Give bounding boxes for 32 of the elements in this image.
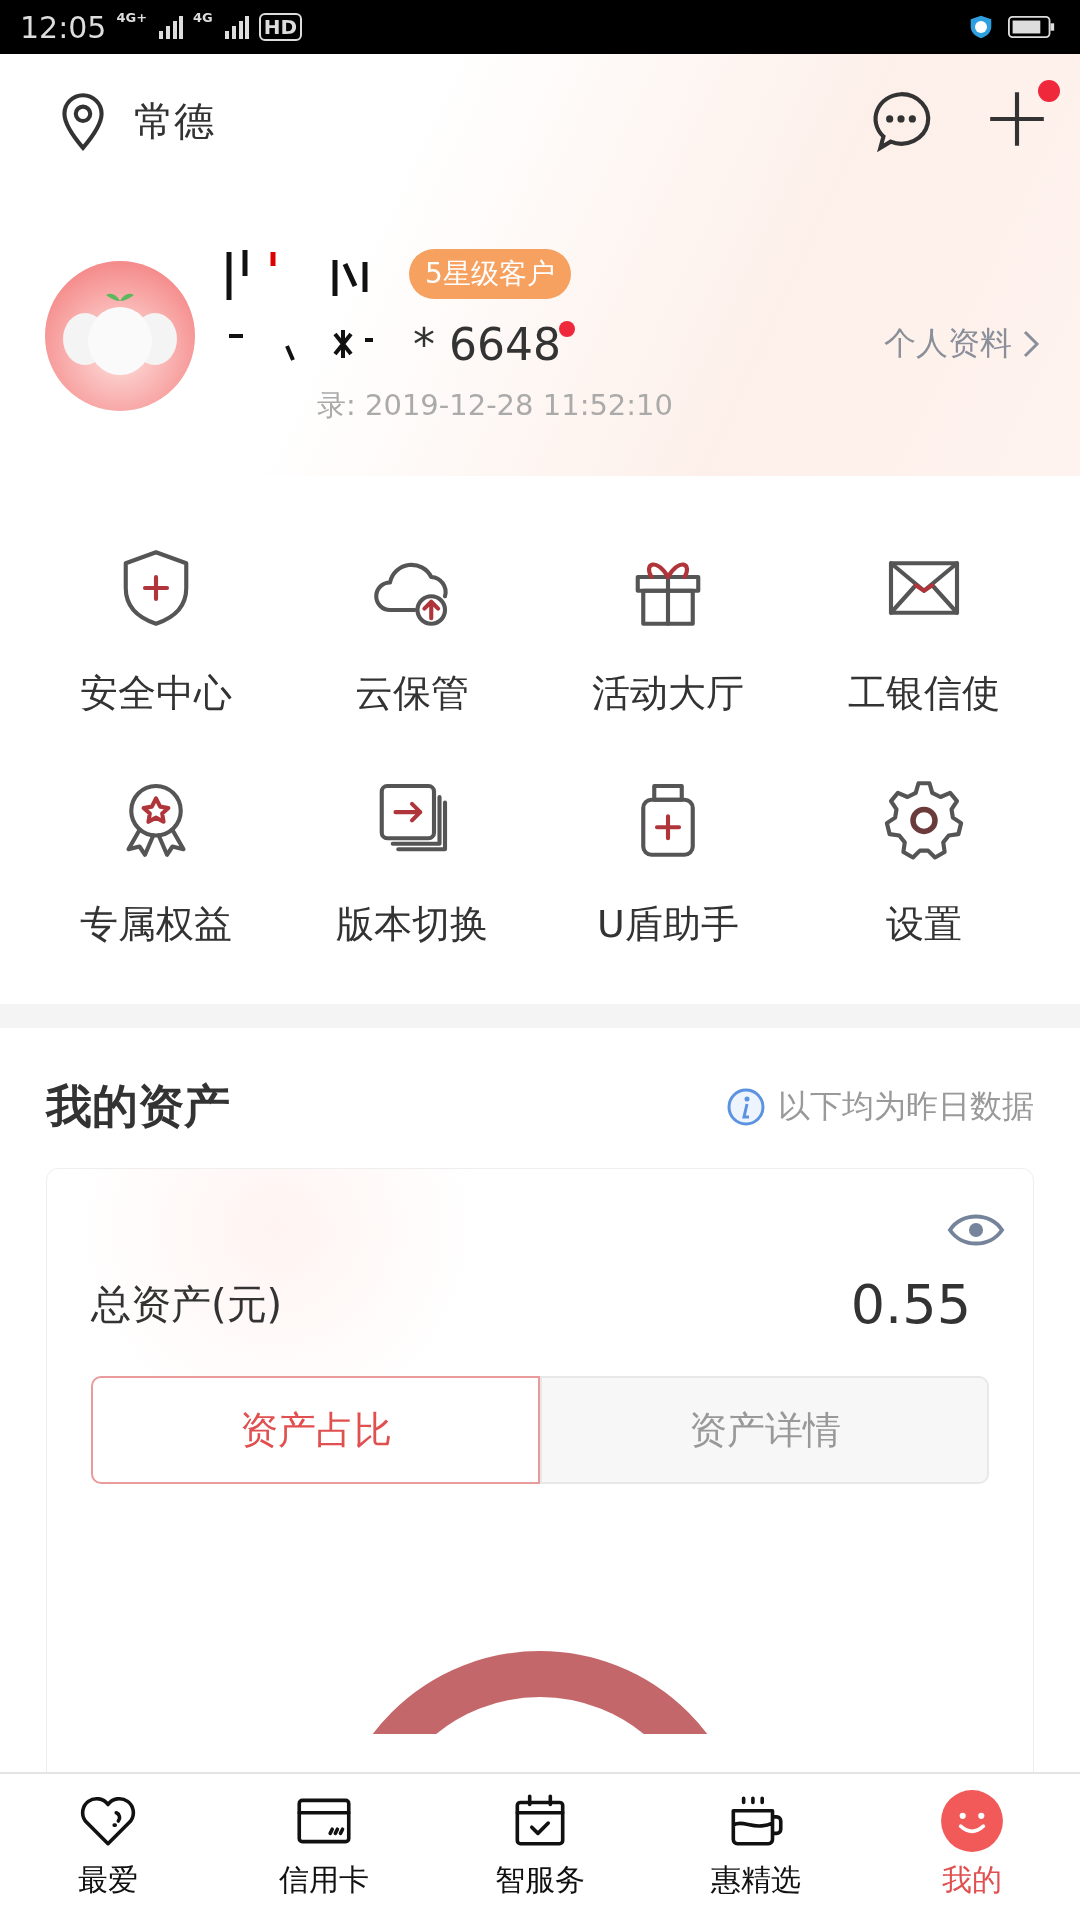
shortcut-label[interactable]: 版本切换 — [336, 899, 488, 950]
city-label[interactable]: 常德 — [134, 93, 214, 149]
shortcut-label[interactable]: 云保管 — [355, 668, 469, 719]
network-type: 4G+ — [116, 10, 148, 25]
total-assets-value: 0.55 — [850, 1273, 971, 1336]
hd-indicator: HD — [258, 13, 303, 41]
signal-icon — [222, 15, 249, 39]
signal-icon — [157, 15, 184, 39]
total-assets-label: 总资产(元) — [91, 1280, 283, 1329]
shortcut-label[interactable]: 专属权益 — [80, 899, 232, 950]
network-type: 4G — [193, 10, 213, 25]
nav-tab[interactable]: 惠精选 — [648, 1774, 864, 1920]
nav-tab[interactable]: 我的 — [864, 1774, 1080, 1920]
shortcut-label[interactable]: 活动大厅 — [592, 668, 744, 719]
tab[interactable]: 资产占比 — [91, 1376, 540, 1484]
smiley-icon — [939, 1788, 1005, 1854]
shield-icon — [968, 15, 994, 39]
last-login-time: 录: 2019-12-28 11:52:10 — [317, 387, 674, 424]
info-icon — [726, 1087, 766, 1127]
chevron-right-icon — [1022, 329, 1040, 359]
nav-tab[interactable]: 智服务 — [432, 1774, 648, 1920]
nav-tab[interactable]: 信用卡 — [216, 1774, 432, 1920]
customer-level-badge: 5星级客户 — [409, 249, 571, 299]
status-time: 12:05 — [20, 9, 107, 45]
shortcut-label[interactable]: 设置 — [886, 899, 962, 950]
shortcut-label[interactable]: U盾助手 — [597, 899, 739, 950]
shortcut-label[interactable]: 工银信使 — [848, 668, 1000, 719]
data-note: 以下均为昨日数据 — [778, 1086, 1034, 1127]
section-title: 我的资产 — [46, 1078, 231, 1135]
account-number: * 6648 — [413, 318, 575, 370]
nav-tab[interactable]: 最爱 — [0, 1774, 216, 1920]
shortcut-label[interactable]: 安全中心 — [80, 668, 232, 719]
